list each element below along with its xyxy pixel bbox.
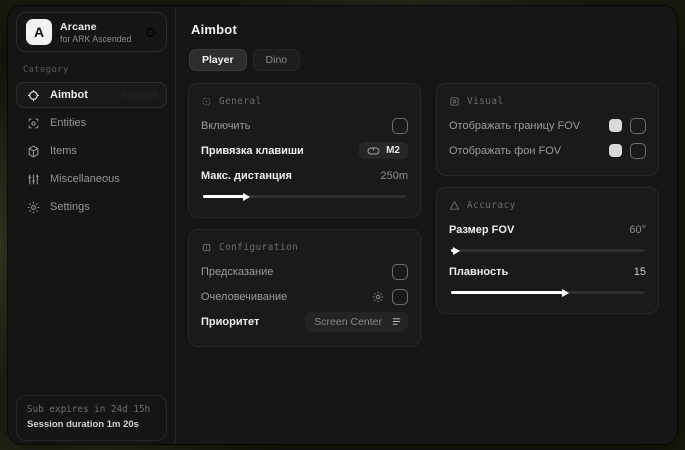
max-distance-slider-fill — [203, 195, 244, 198]
fov-bg-color-swatch[interactable] — [609, 144, 622, 157]
visual-panel: Visual Отображать границу FOV Отображать… — [436, 83, 659, 176]
fov-size-slider-fill — [451, 249, 454, 252]
prediction-label: Предсказание — [201, 266, 273, 278]
session-card: Sub expires in 24d 15h Session duration … — [16, 395, 167, 441]
target-icon — [144, 26, 157, 39]
sidebar-nav: Aimbot Aimbot Entities — [16, 82, 167, 220]
fov-bg-checkbox[interactable] — [630, 143, 646, 159]
app-window: A Arcane for ARK Ascended Category — [8, 6, 677, 444]
brand-card: A Arcane for ARK Ascended — [16, 12, 167, 52]
sidebar-item-label: Miscellaneous — [50, 173, 120, 185]
crosshair-icon — [27, 89, 40, 102]
list-icon — [391, 316, 402, 327]
sidebar-item-aimbot[interactable]: Aimbot Aimbot — [16, 82, 167, 108]
gear-icon — [27, 201, 40, 214]
fov-size-value: 60° — [629, 224, 646, 236]
session-duration-text: Session duration 1m 20s — [27, 419, 156, 430]
scan-icon — [27, 117, 40, 130]
general-icon — [201, 96, 212, 107]
humanize-gear-icon[interactable] — [372, 291, 384, 303]
fov-size-row: Размер FOV 60° — [449, 217, 646, 242]
fov-size-slider[interactable] — [451, 249, 644, 252]
sidebar-item-label: Aimbot — [50, 89, 88, 101]
configuration-panel-title: Configuration — [219, 242, 298, 253]
fov-border-label: Отображать границу FOV — [449, 120, 580, 132]
configuration-panel-header: Configuration — [201, 242, 408, 253]
fov-bg-label: Отображать фон FOV — [449, 145, 561, 157]
general-panel: General Включить Привязка клавиши — [188, 83, 421, 218]
max-distance-row: Макс. дистанция 250m — [201, 163, 408, 188]
sidebar-item-items[interactable]: Items — [16, 138, 167, 164]
smoothness-slider[interactable] — [451, 291, 644, 294]
aimbot-ghost-watermark: Aimbot — [120, 89, 158, 101]
priority-dropdown[interactable]: Screen Center — [305, 312, 408, 332]
left-column: General Включить Привязка клавиши — [188, 83, 421, 347]
main-content: Aimbot Player Dino Gener — [176, 6, 677, 444]
humanize-row: Очеловечивание — [201, 284, 408, 309]
enable-label: Включить — [201, 120, 250, 132]
tab-bar: Player Dino — [189, 49, 659, 71]
enable-checkbox[interactable] — [392, 118, 408, 134]
visual-panel-header: Visual — [449, 96, 646, 107]
configuration-icon — [201, 242, 212, 253]
fov-border-color-swatch[interactable] — [609, 119, 622, 132]
smoothness-slider-fill — [451, 291, 563, 294]
humanize-label: Очеловечивание — [201, 291, 287, 303]
priority-dropdown-value: Screen Center — [314, 316, 382, 328]
fov-size-label: Размер FOV — [449, 224, 514, 236]
general-panel-title: General — [219, 96, 262, 107]
fov-border-controls — [609, 118, 646, 134]
enable-row: Включить — [201, 113, 408, 138]
visual-icon — [449, 96, 460, 107]
accuracy-panel-title: Accuracy — [467, 200, 516, 211]
humanize-checkbox[interactable] — [392, 289, 408, 305]
fov-border-row: Отображать границу FOV — [449, 113, 646, 138]
keybind-value: M2 — [386, 145, 400, 156]
keybind-row: Привязка клавиши M2 — [201, 138, 408, 163]
fov-bg-row: Отображать фон FOV — [449, 138, 646, 163]
configuration-panel: Configuration Предсказание Очеловечивани… — [188, 229, 421, 347]
brand-subtitle: for ARK Ascended — [60, 34, 131, 44]
general-panel-header: General — [201, 96, 408, 107]
sidebar-item-miscellaneous[interactable]: Miscellaneous — [16, 166, 167, 192]
brand-text: Arcane for ARK Ascended — [60, 21, 131, 44]
visual-panel-title: Visual — [467, 96, 504, 107]
sub-expiry-text: Sub expires in 24d 15h — [27, 404, 156, 415]
mouse-icon — [367, 146, 380, 156]
accuracy-panel: Accuracy Размер FOV 60° Плавность 15 — [436, 187, 659, 314]
prediction-checkbox[interactable] — [392, 264, 408, 280]
smoothness-row: Плавность 15 — [449, 259, 646, 284]
tab-dino[interactable]: Dino — [253, 49, 301, 71]
brand-name: Arcane — [60, 21, 131, 33]
brand-logo: A — [26, 19, 52, 45]
cube-icon — [27, 145, 40, 158]
priority-row: Приоритет Screen Center — [201, 309, 408, 334]
accuracy-panel-header: Accuracy — [449, 200, 646, 211]
max-distance-value: 250m — [380, 170, 408, 182]
humanize-controls — [372, 289, 408, 305]
sidebar-item-label: Items — [50, 145, 77, 157]
max-distance-label: Макс. дистанция — [201, 170, 292, 182]
right-column: Visual Отображать границу FOV Отображать… — [436, 83, 659, 314]
sidebar: A Arcane for ARK Ascended Category — [8, 6, 176, 444]
keybind-label: Привязка клавиши — [201, 145, 304, 157]
priority-label: Приоритет — [201, 316, 259, 328]
max-distance-slider[interactable] — [203, 195, 406, 198]
sidebar-item-settings[interactable]: Settings — [16, 194, 167, 220]
panel-grid: General Включить Привязка клавиши — [188, 83, 659, 347]
category-label: Category — [23, 65, 160, 75]
tab-player[interactable]: Player — [189, 49, 247, 71]
page-title: Aimbot — [191, 22, 659, 37]
fov-bg-controls — [609, 143, 646, 159]
accuracy-icon — [449, 200, 460, 211]
keybind-button[interactable]: M2 — [359, 142, 408, 159]
sliders-icon — [27, 173, 40, 186]
sidebar-item-entities[interactable]: Entities — [16, 110, 167, 136]
fov-border-checkbox[interactable] — [630, 118, 646, 134]
sidebar-item-label: Entities — [50, 117, 86, 129]
prediction-row: Предсказание — [201, 259, 408, 284]
smoothness-label: Плавность — [449, 266, 508, 278]
sidebar-item-label: Settings — [50, 201, 90, 213]
smoothness-value: 15 — [634, 266, 646, 278]
